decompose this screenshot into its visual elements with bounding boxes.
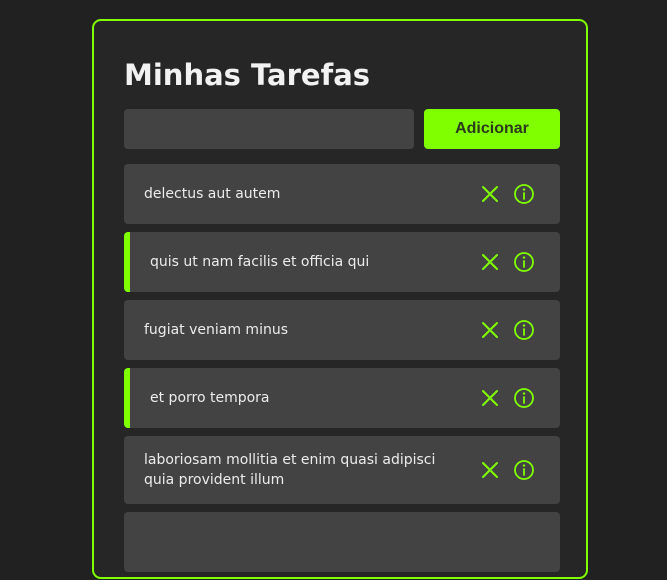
close-icon[interactable] <box>479 183 501 205</box>
add-task-button[interactable]: Adicionar <box>424 109 560 149</box>
page-title: Minhas Tarefas <box>124 58 371 92</box>
close-icon[interactable] <box>479 251 501 273</box>
task-actions <box>479 387 535 409</box>
info-icon[interactable] <box>513 459 535 481</box>
info-icon[interactable] <box>513 183 535 205</box>
task-item: laboriosam mollitia et enim quasi adipis… <box>124 436 560 504</box>
task-list: delectus aut autem quis ut nam facilis e… <box>124 164 560 580</box>
task-item-flagged: et porro tempora <box>124 368 560 428</box>
task-item: fugiat veniam minus <box>124 300 560 360</box>
close-icon[interactable] <box>479 319 501 341</box>
task-actions <box>479 251 535 273</box>
task-item-flagged: quis ut nam facilis et officia qui <box>124 232 560 292</box>
task-actions <box>479 183 535 205</box>
task-actions <box>479 319 535 341</box>
info-icon[interactable] <box>513 251 535 273</box>
tasks-card: Minhas Tarefas Adicionar delectus aut au… <box>92 19 588 579</box>
task-actions <box>479 459 535 481</box>
task-item: delectus aut autem <box>124 164 560 224</box>
info-icon[interactable] <box>513 387 535 409</box>
task-item-partial <box>124 512 560 572</box>
close-icon[interactable] <box>479 459 501 481</box>
task-input[interactable] <box>124 109 414 149</box>
info-icon[interactable] <box>513 319 535 341</box>
close-icon[interactable] <box>479 387 501 409</box>
